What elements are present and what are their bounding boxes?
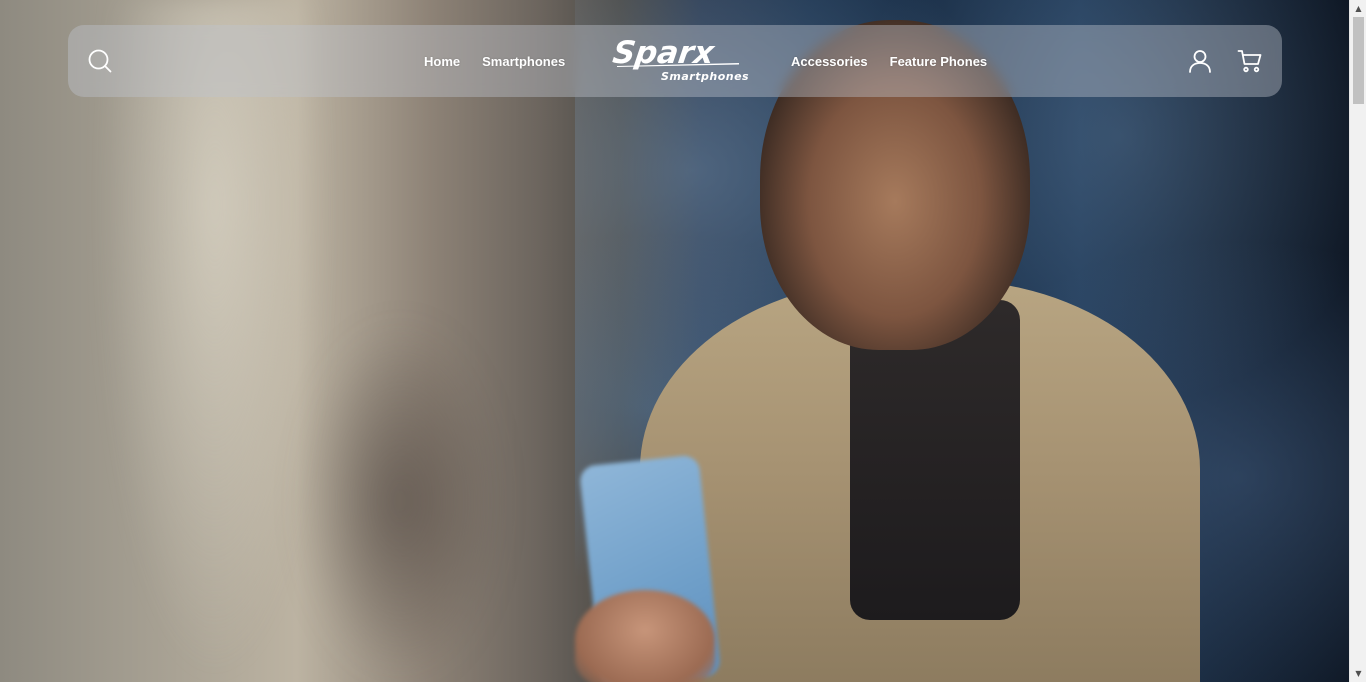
cart-icon[interactable]	[1233, 44, 1267, 78]
scroll-down-arrow-icon[interactable]: ▼	[1350, 665, 1366, 682]
scrollbar-thumb[interactable]	[1353, 17, 1364, 104]
page-scrollbar[interactable]: ▲ ▼	[1349, 0, 1366, 682]
nav-link-smartphones[interactable]: Smartphones	[482, 54, 565, 69]
logo-tagline: Smartphones	[661, 70, 750, 83]
logo-swoosh	[617, 63, 739, 67]
hero-background-shadow	[300, 320, 500, 682]
site-logo[interactable]: Sparx Smartphones	[610, 35, 748, 87]
hero-background-blur	[100, 0, 330, 682]
nav-link-home[interactable]: Home	[424, 54, 460, 69]
site-header: Home Smartphones Sparx Smartphones Acces…	[68, 25, 1282, 97]
primary-nav-left: Home Smartphones	[413, 25, 576, 97]
nav-link-feature-phones[interactable]: Feature Phones	[890, 54, 988, 69]
primary-nav-right: Accessories Feature Phones	[780, 25, 998, 97]
scroll-up-arrow-icon[interactable]: ▲	[1350, 0, 1366, 17]
hero-hand	[575, 590, 715, 682]
search-icon[interactable]	[83, 44, 117, 78]
user-icon[interactable]	[1183, 44, 1217, 78]
nav-link-accessories[interactable]: Accessories	[791, 54, 868, 69]
hero-banner	[0, 0, 1349, 682]
